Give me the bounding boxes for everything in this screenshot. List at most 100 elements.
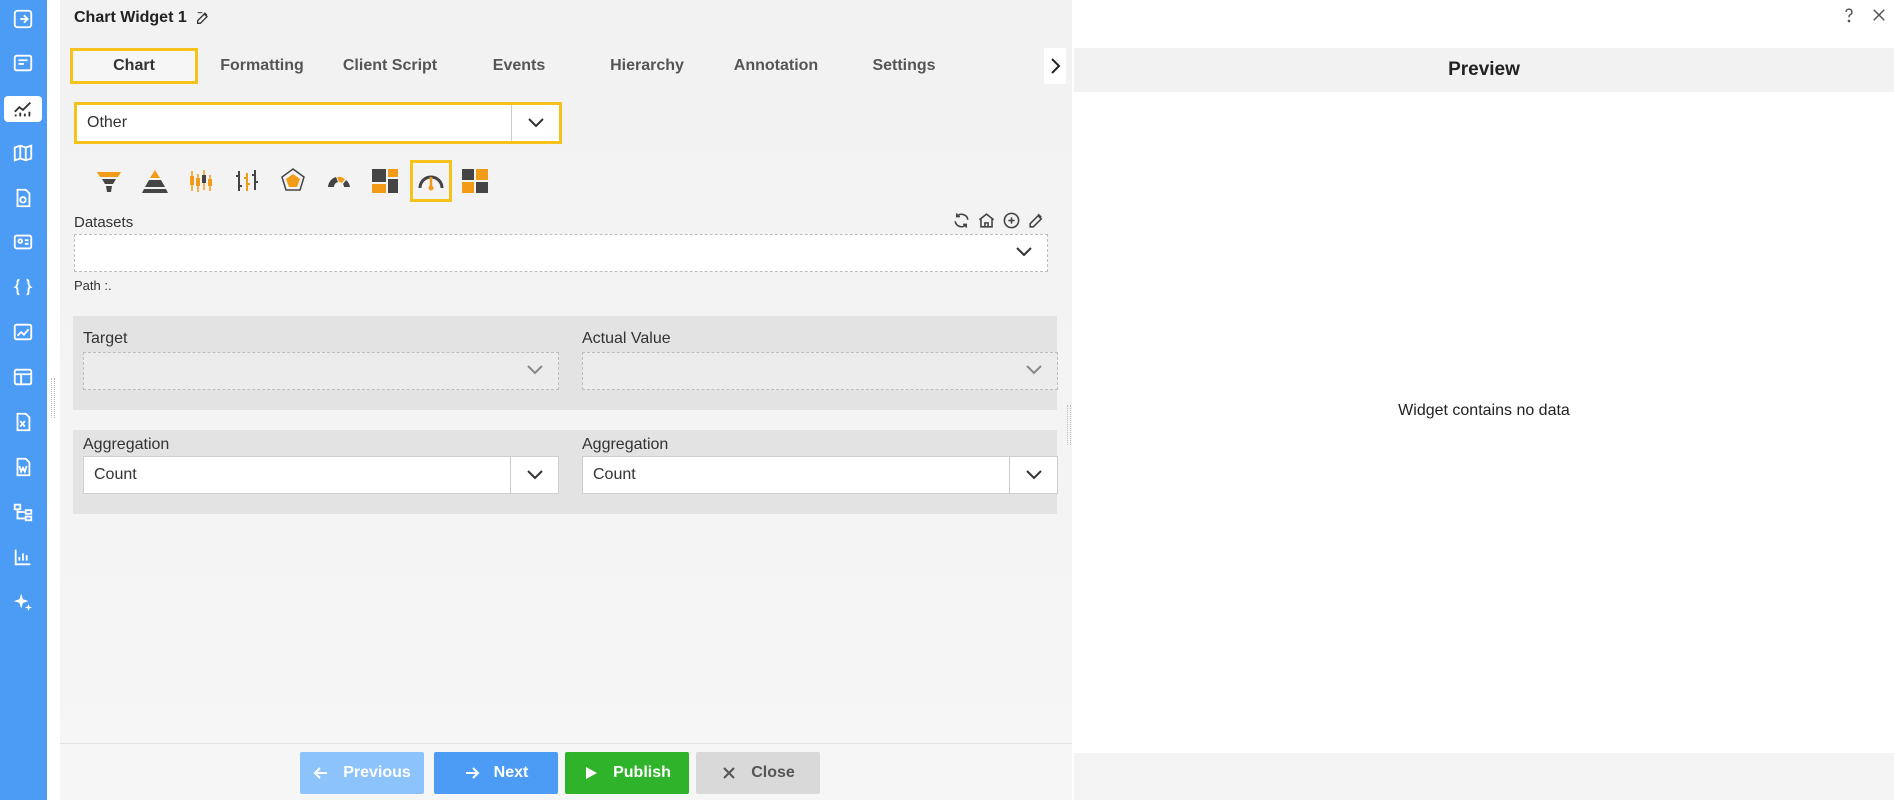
target-label: Target xyxy=(83,330,128,347)
tab-formatting[interactable]: Formatting xyxy=(198,48,326,84)
map-icon[interactable] xyxy=(10,140,36,166)
chevron-down-icon xyxy=(526,470,543,480)
tab-annotation[interactable]: Annotation xyxy=(712,48,840,84)
aggregation-select-2[interactable]: Count xyxy=(582,456,1058,494)
chevron-down-icon xyxy=(1025,470,1042,480)
gauge-chart-button[interactable] xyxy=(410,160,452,202)
tab-events[interactable]: Events xyxy=(455,48,583,84)
close-button[interactable]: Close xyxy=(696,752,820,794)
publish-button[interactable]: Publish xyxy=(565,752,689,794)
exit-icon[interactable] xyxy=(10,6,36,32)
heatmap-icon xyxy=(462,169,488,193)
gauge-icon xyxy=(418,175,444,191)
chart-category-select[interactable]: Other xyxy=(74,102,562,144)
treemap-icon xyxy=(372,169,398,193)
treemap-chart-button[interactable] xyxy=(364,160,406,202)
editor-panel: Chart Widget 1 Chart Formatting Client S… xyxy=(60,0,1072,800)
chart-icon[interactable] xyxy=(4,96,42,122)
funnel-icon xyxy=(97,172,121,192)
aggregation-dropdown-button-1[interactable] xyxy=(510,457,558,493)
list-icon[interactable] xyxy=(10,50,36,76)
side-rail xyxy=(0,0,47,800)
panel-resize-handle[interactable] xyxy=(51,378,55,418)
tab-chart[interactable]: Chart xyxy=(70,48,198,84)
radar-icon xyxy=(281,168,305,191)
sparkle-icon[interactable] xyxy=(10,589,36,615)
ohlc-icon xyxy=(236,170,258,191)
close-window-icon[interactable] xyxy=(1870,6,1888,24)
window-controls xyxy=(1840,6,1888,24)
add-circle-icon[interactable] xyxy=(1002,211,1021,230)
bar-chart-icon[interactable] xyxy=(10,544,36,570)
target-actual-group: Target Actual Value xyxy=(73,316,1058,410)
hierarchy-icon[interactable] xyxy=(10,499,36,525)
preview-panel: Preview Widget contains no data xyxy=(1074,48,1894,753)
datasets-label: Datasets xyxy=(74,214,134,231)
aggregation-value-1: Count xyxy=(94,466,137,483)
user-card-icon[interactable] xyxy=(10,229,36,255)
datasets-select[interactable] xyxy=(74,234,1048,272)
aggregation-label-2: Aggregation xyxy=(582,436,669,453)
report-icon[interactable] xyxy=(10,185,36,211)
tab-hierarchy[interactable]: Hierarchy xyxy=(583,48,711,84)
arrow-left-icon xyxy=(313,767,328,779)
publish-label: Publish xyxy=(613,764,671,781)
title-row: Chart Widget 1 xyxy=(74,8,211,28)
help-icon[interactable] xyxy=(1840,6,1858,24)
aggregation-value-2: Count xyxy=(593,466,636,483)
half-gauge-icon xyxy=(328,176,350,187)
preview-resize-handle[interactable] xyxy=(1067,405,1071,445)
next-label: Next xyxy=(493,764,529,781)
candlestick-chart-button[interactable] xyxy=(180,160,222,202)
chart-category-value: Other xyxy=(87,114,128,131)
preview-footer xyxy=(1074,753,1894,800)
radar-chart-button[interactable] xyxy=(272,160,314,202)
aggregation-label-1: Aggregation xyxy=(83,436,170,453)
previous-button[interactable]: Previous xyxy=(300,752,424,794)
candlestick-icon xyxy=(190,170,212,192)
braces-icon[interactable] xyxy=(10,274,36,300)
word-icon[interactable] xyxy=(10,454,36,480)
chevron-down-icon xyxy=(526,363,544,381)
preview-empty-message: Widget contains no data xyxy=(1398,402,1570,419)
ohlc-chart-button[interactable] xyxy=(226,160,268,202)
excel-icon[interactable] xyxy=(10,409,36,435)
footer-divider xyxy=(60,743,1072,744)
chevron-right-icon xyxy=(1051,58,1061,74)
play-icon xyxy=(586,767,598,779)
chevron-down-icon xyxy=(1025,363,1043,381)
aggregation-dropdown-button-2[interactable] xyxy=(1009,457,1057,493)
tab-settings[interactable]: Settings xyxy=(840,48,968,84)
previous-label: Previous xyxy=(343,764,411,781)
target-select[interactable] xyxy=(83,352,559,390)
actual-value-select[interactable] xyxy=(582,352,1058,390)
home-icon[interactable] xyxy=(977,211,996,230)
tab-client-script[interactable]: Client Script xyxy=(326,48,454,84)
next-button[interactable]: Next xyxy=(434,752,558,794)
chevron-down-icon xyxy=(527,118,544,128)
tab-bar: Chart Formatting Client Script Events Hi… xyxy=(70,48,1066,84)
dataset-tools xyxy=(952,211,1046,230)
widget-title: Chart Widget 1 xyxy=(74,9,187,26)
actual-value-label: Actual Value xyxy=(582,330,671,347)
close-icon xyxy=(723,767,735,779)
funnel-chart-button[interactable] xyxy=(88,160,130,202)
edit-dataset-icon[interactable] xyxy=(1027,211,1046,230)
half-gauge-chart-button[interactable] xyxy=(318,160,360,202)
image-chart-icon[interactable] xyxy=(10,319,36,345)
refresh-icon[interactable] xyxy=(952,211,971,230)
table-icon[interactable] xyxy=(10,364,36,390)
pyramid-icon xyxy=(142,170,168,193)
tab-scroll-right-button[interactable] xyxy=(1044,48,1066,84)
chevron-down-icon xyxy=(1015,245,1033,263)
close-label: Close xyxy=(751,764,795,781)
aggregation-select-1[interactable]: Count xyxy=(83,456,559,494)
edit-title-icon[interactable] xyxy=(195,10,211,26)
dataset-path: Path :. xyxy=(74,278,112,293)
arrow-right-icon xyxy=(465,767,480,779)
aggregation-group: Aggregation Count Aggregation Count xyxy=(73,430,1058,514)
heatmap-chart-button[interactable] xyxy=(454,160,496,202)
chart-category-dropdown-button[interactable] xyxy=(511,105,559,141)
preview-title: Preview xyxy=(1074,48,1894,92)
pyramid-chart-button[interactable] xyxy=(134,160,176,202)
